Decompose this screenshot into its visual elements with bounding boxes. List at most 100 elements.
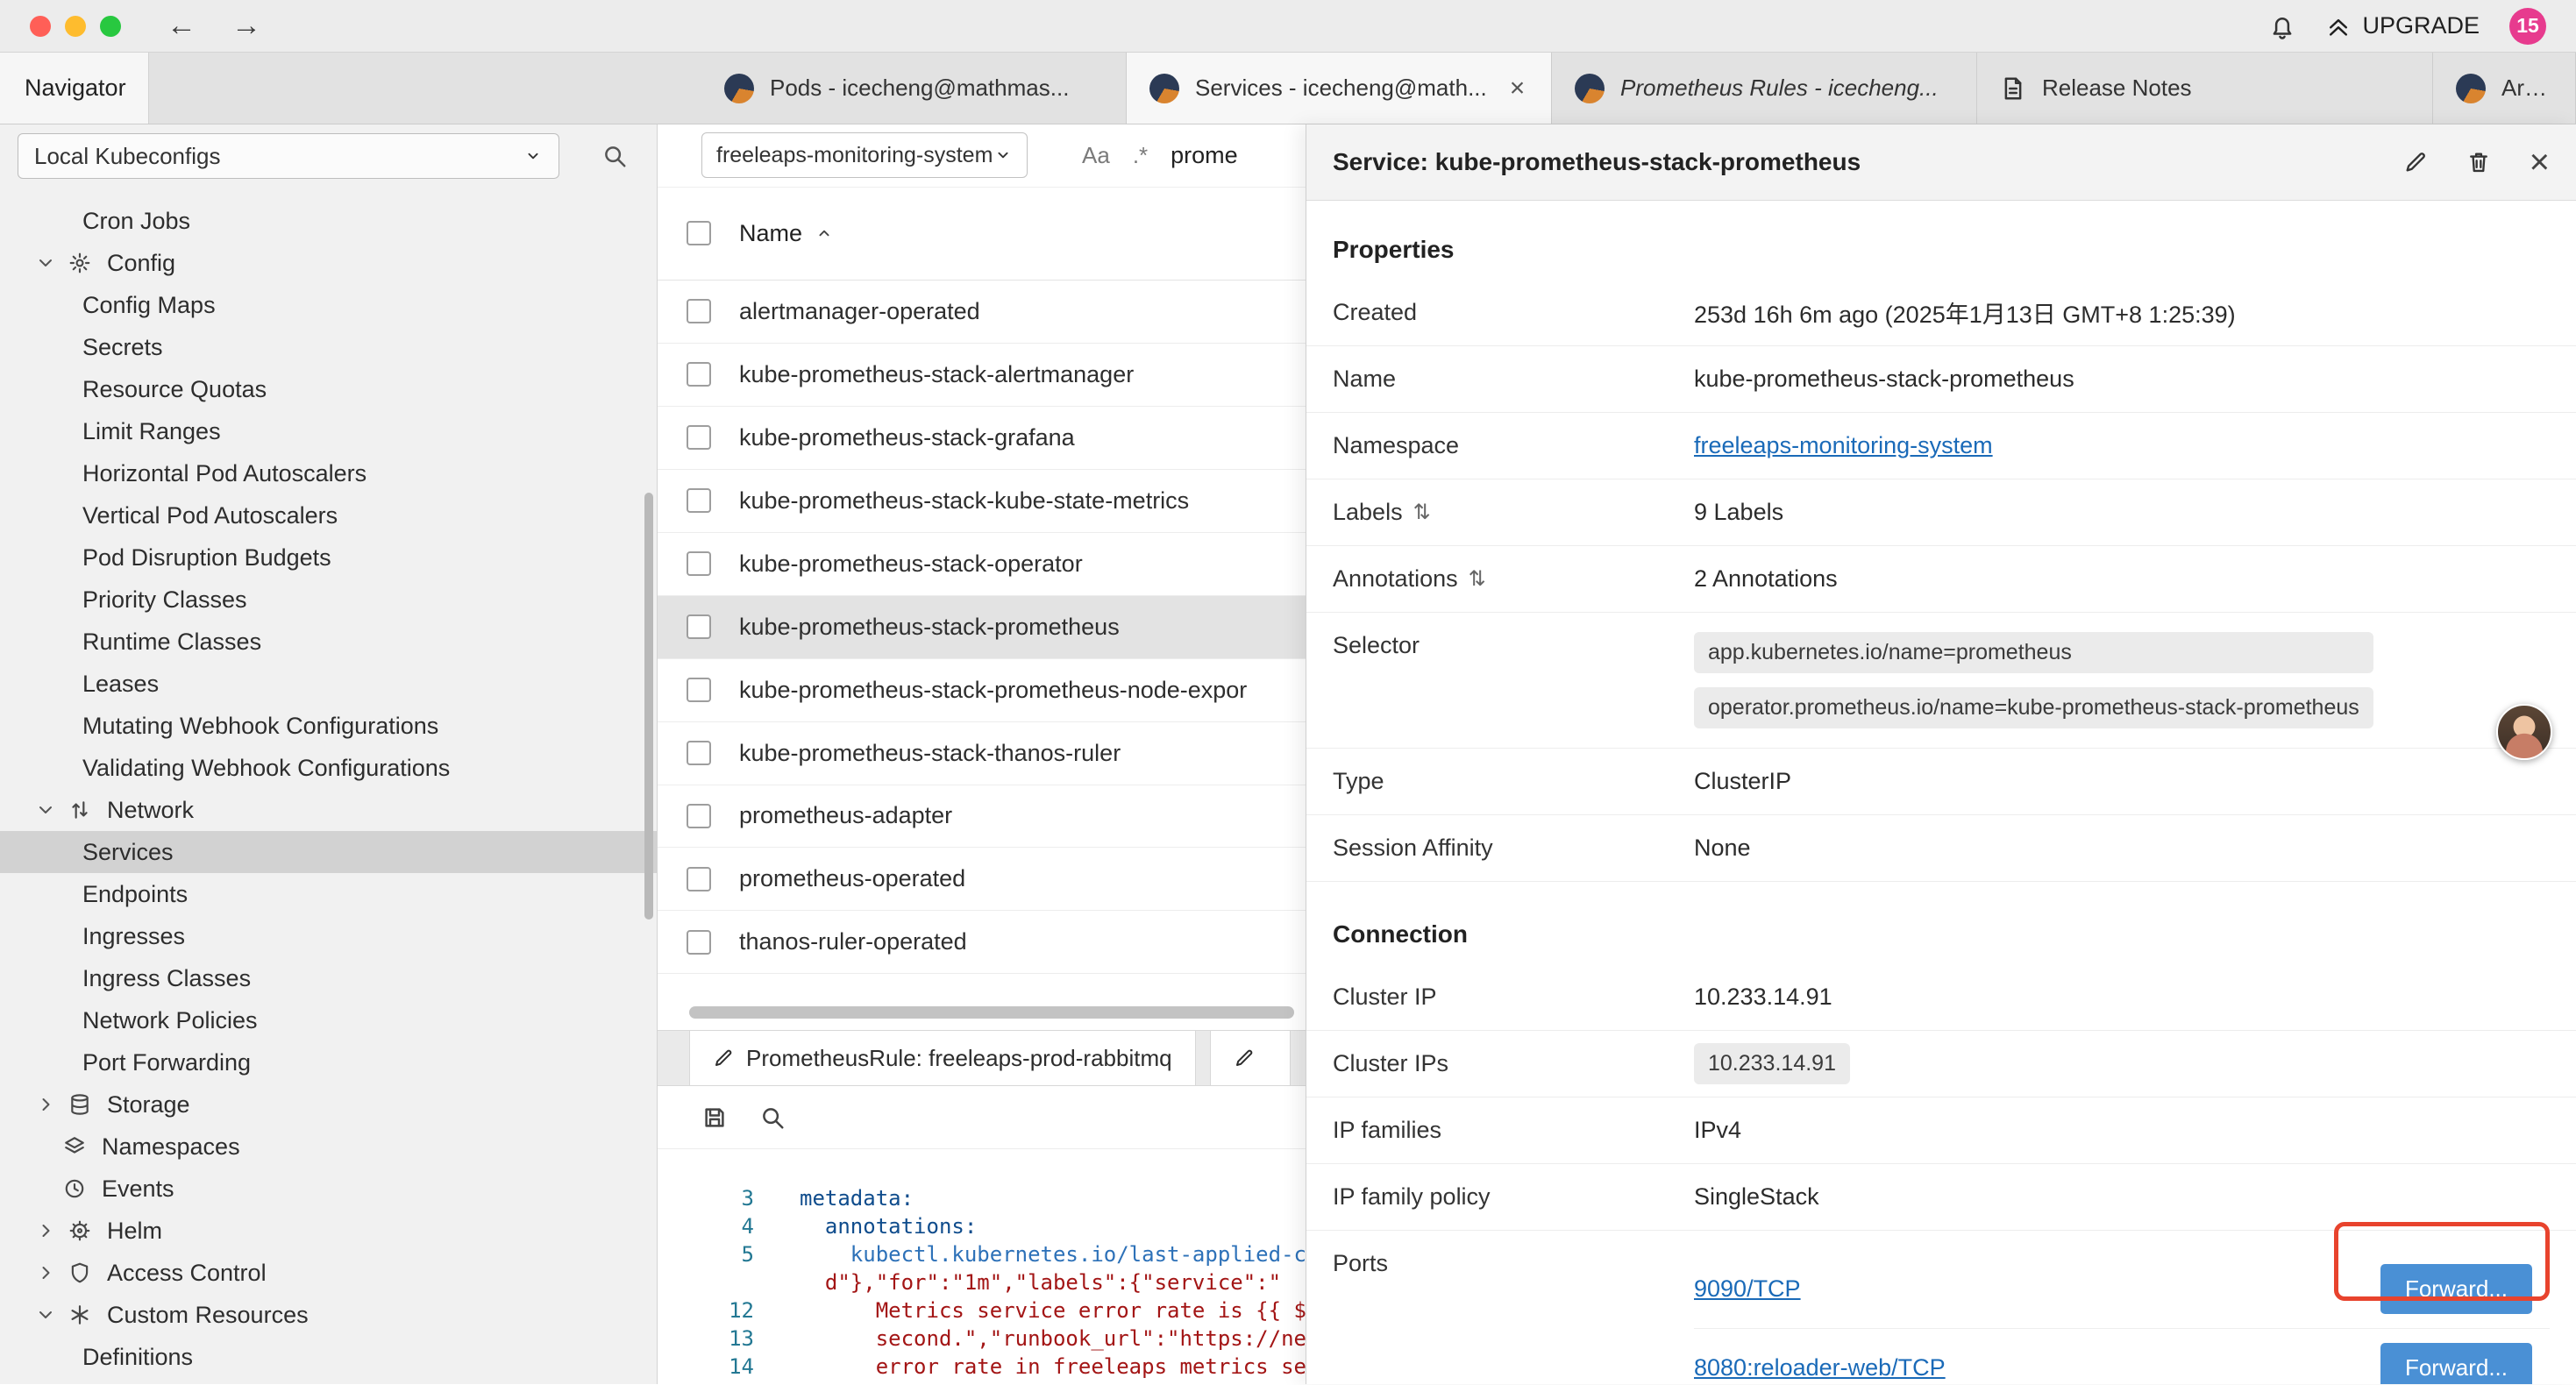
edit-icon[interactable] xyxy=(2403,150,2428,174)
back-icon[interactable]: ← xyxy=(167,9,196,43)
trash-icon[interactable] xyxy=(2466,150,2491,174)
maximize-window-button[interactable] xyxy=(100,16,121,37)
sidebar-item-secrets[interactable]: Secrets xyxy=(0,326,657,368)
sidebar-item-definitions[interactable]: Definitions xyxy=(0,1336,657,1378)
sidebar-item-validating-webhook-configurations[interactable]: Validating Webhook Configurations xyxy=(0,747,657,789)
kubeconfig-select[interactable]: Local Kubeconfigs xyxy=(18,133,559,179)
row-checkbox[interactable] xyxy=(687,930,711,955)
regex-toggle[interactable]: .* xyxy=(1133,142,1148,169)
row-checkbox[interactable] xyxy=(687,425,711,450)
sidebar-item-network[interactable]: Network xyxy=(0,789,657,831)
code-text: metadata: xyxy=(800,1184,914,1212)
user-avatar[interactable] xyxy=(2496,704,2552,760)
expand-toggle-icon[interactable]: ⇅ xyxy=(1413,500,1431,525)
drawer-body: Properties Created 253d 16h 6m ago (2025… xyxy=(1306,201,2576,1384)
sidebar-item-config-maps[interactable]: Config Maps xyxy=(0,284,657,326)
tab-argo[interactable]: Argo Se... xyxy=(2433,53,2576,124)
sidebar-item-resource-quotas[interactable]: Resource Quotas xyxy=(0,368,657,410)
expand-toggle-icon[interactable]: ⇅ xyxy=(1469,566,1486,592)
type-row: Type ClusterIP xyxy=(1306,749,2576,815)
sidebar-item-config[interactable]: Config xyxy=(0,242,657,284)
sidebar-item-storage[interactable]: Storage xyxy=(0,1083,657,1126)
namespace-row: Namespace freeleaps-monitoring-system xyxy=(1306,413,2576,479)
pencil-icon xyxy=(713,1048,734,1069)
editor-tab-prometheusrule[interactable]: PrometheusRule: freeleaps-prod-rabbitmq xyxy=(689,1031,1196,1085)
sidebar-item-pod-disruption-budgets[interactable]: Pod Disruption Budgets xyxy=(0,536,657,579)
sidebar-item-leases[interactable]: Leases xyxy=(0,663,657,705)
document-icon xyxy=(2000,75,2026,102)
namespace-link[interactable]: freeleaps-monitoring-system xyxy=(1694,432,1993,459)
sidebar-item-ingresses[interactable]: Ingresses xyxy=(0,915,657,957)
search-icon[interactable] xyxy=(759,1104,786,1131)
sidebar-item-events[interactable]: Events xyxy=(0,1168,657,1210)
sidebar-item-network-policies[interactable]: Network Policies xyxy=(0,999,657,1041)
sidebar-item-helm[interactable]: Helm xyxy=(0,1210,657,1252)
upgrade-button[interactable]: UPGRADE xyxy=(2325,12,2480,39)
tab-strip: Navigator Pods - icecheng@mathmas... Ser… xyxy=(0,53,2576,124)
bell-icon[interactable] xyxy=(2269,13,2295,39)
workspace: Local Kubeconfigs Cron Jobs Config Confi… xyxy=(0,124,2576,1384)
sidebar-item-namespaces[interactable]: Namespaces xyxy=(0,1126,657,1168)
close-tab-icon[interactable]: × xyxy=(1510,74,1526,103)
horizontal-scrollbar[interactable] xyxy=(689,1006,1294,1019)
line-number: 5 xyxy=(658,1240,754,1268)
row-checkbox[interactable] xyxy=(687,551,711,576)
layers-icon xyxy=(63,1135,102,1158)
shield-icon xyxy=(68,1261,107,1284)
tab-services[interactable]: Services - icecheng@math... × xyxy=(1127,53,1552,124)
sidebar-scrollbar[interactable] xyxy=(644,493,653,920)
close-icon[interactable]: × xyxy=(2530,145,2550,180)
sidebar-item-mutating-webhook-configurations[interactable]: Mutating Webhook Configurations xyxy=(0,705,657,747)
sidebar-item-limit-ranges[interactable]: Limit Ranges xyxy=(0,410,657,452)
forward-button[interactable]: Forward... xyxy=(2380,1343,2532,1384)
line-number: 12 xyxy=(658,1296,754,1325)
sidebar-item-services[interactable]: Services xyxy=(0,831,657,873)
window-controls xyxy=(30,16,121,37)
row-checkbox[interactable] xyxy=(687,678,711,702)
chevron-down-icon xyxy=(35,799,68,820)
forward-button[interactable]: Forward... xyxy=(2380,1264,2532,1314)
minimize-window-button[interactable] xyxy=(65,16,86,37)
clock-icon xyxy=(63,1177,102,1200)
row-checkbox[interactable] xyxy=(687,614,711,639)
row-checkbox[interactable] xyxy=(687,299,711,323)
search-icon[interactable] xyxy=(601,143,628,169)
port-link[interactable]: 8080:reloader-web/TCP xyxy=(1694,1354,1946,1381)
editor-tab-partial[interactable] xyxy=(1210,1031,1291,1085)
sidebar-item-port-forwarding[interactable]: Port Forwarding xyxy=(0,1041,657,1083)
row-checkbox[interactable] xyxy=(687,804,711,828)
sidebar-item-priority-classes[interactable]: Priority Classes xyxy=(0,579,657,621)
select-all-checkbox[interactable] xyxy=(687,221,711,245)
chevron-down-icon xyxy=(35,1304,68,1325)
sidebar-item-endpoints[interactable]: Endpoints xyxy=(0,873,657,915)
port-link[interactable]: 9090/TCP xyxy=(1694,1275,1801,1303)
notification-badge[interactable]: 15 xyxy=(2509,8,2546,45)
cluster-icon xyxy=(724,74,754,103)
service-detail-drawer: Service: kube-prometheus-stack-prometheu… xyxy=(1306,124,2576,1384)
list-search-input[interactable] xyxy=(1171,142,1293,169)
sidebar-item-access-control[interactable]: Access Control xyxy=(0,1252,657,1294)
close-window-button[interactable] xyxy=(30,16,51,37)
match-case-toggle[interactable]: Aa xyxy=(1082,142,1110,169)
forward-icon[interactable]: → xyxy=(231,9,261,43)
tab-release-notes[interactable]: Release Notes xyxy=(1977,53,2433,124)
tab-pods[interactable]: Pods - icecheng@mathmas... xyxy=(701,53,1127,124)
sidebar-item-runtime-classes[interactable]: Runtime Classes xyxy=(0,621,657,663)
row-checkbox[interactable] xyxy=(687,867,711,891)
row-checkbox[interactable] xyxy=(687,362,711,387)
row-checkbox[interactable] xyxy=(687,741,711,765)
sidebar-item-cron-jobs[interactable]: Cron Jobs xyxy=(0,200,657,242)
namespace-select[interactable]: freeleaps-monitoring-system xyxy=(701,132,1028,178)
ip-families-row: IP families IPv4 xyxy=(1306,1097,2576,1164)
tab-prometheus-rules[interactable]: Prometheus Rules - icecheng... xyxy=(1552,53,1977,124)
sidebar-item-vertical-pod-autoscalers[interactable]: Vertical Pod Autoscalers xyxy=(0,494,657,536)
cluster-icon xyxy=(2456,74,2486,103)
sort-ascending-icon[interactable] xyxy=(815,224,834,243)
sidebar-item-ingress-classes[interactable]: Ingress Classes xyxy=(0,957,657,999)
connection-heading: Connection xyxy=(1333,920,2550,948)
save-icon[interactable] xyxy=(701,1104,728,1131)
sidebar-item-horizontal-pod-autoscalers[interactable]: Horizontal Pod Autoscalers xyxy=(0,452,657,494)
sidebar-item-custom-resources[interactable]: Custom Resources xyxy=(0,1294,657,1336)
name-column-header[interactable]: Name xyxy=(739,220,802,247)
row-checkbox[interactable] xyxy=(687,488,711,513)
